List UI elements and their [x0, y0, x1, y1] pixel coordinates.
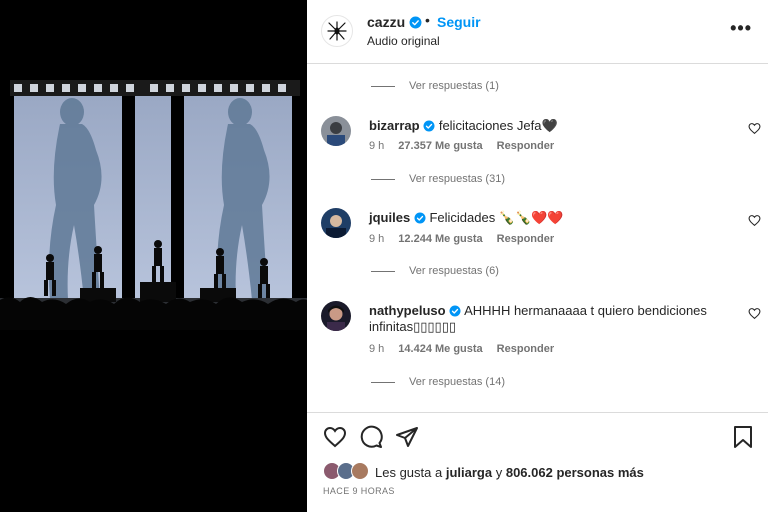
comment-likes[interactable]: 12.244 Me gusta [398, 233, 482, 245]
comments-panel: cazzu • Seguir Audio original ••• Ver re… [307, 0, 768, 512]
commenter-username[interactable]: bizarrap [369, 118, 420, 133]
author-avatar[interactable] [321, 15, 353, 47]
post-timestamp[interactable]: HACE 9 HORAS [323, 486, 395, 496]
follow-button[interactable]: Seguir [437, 14, 481, 30]
paper-plane-icon[interactable] [395, 425, 419, 449]
comment-body: Felicidades 🍾🍾❤️❤️ [429, 210, 564, 225]
comment-meta: 9 h 12.244 Me gusta Responder [369, 233, 554, 245]
spider-icon [327, 21, 347, 41]
concert-photo [0, 0, 307, 512]
comment-time[interactable]: 9 h [369, 233, 384, 245]
comment-likes[interactable]: 27.357 Me gusta [398, 140, 482, 152]
commenter-username[interactable]: nathypeluso [369, 303, 446, 318]
commenter-username[interactable]: jquiles [369, 210, 410, 225]
more-options-icon[interactable]: ••• [730, 18, 752, 39]
liker-avatar [351, 462, 369, 480]
small-heart-icon[interactable] [748, 307, 761, 320]
likes-summary[interactable]: Les gusta a juliarga y 806.062 personas … [323, 462, 644, 482]
comment-text: bizarrap felicitaciones Jefa🖤 [369, 118, 729, 134]
separator-dot: • [425, 12, 430, 28]
view-replies-button[interactable]: Ver respuestas (31) [371, 173, 505, 185]
likes-text: Les gusta a juliarga y 806.062 personas … [375, 464, 644, 480]
post-header: cazzu • Seguir Audio original ••• [307, 0, 768, 64]
post-media[interactable] [0, 0, 307, 512]
liker-username[interactable]: juliarga [446, 465, 492, 480]
reply-button[interactable]: Responder [497, 140, 554, 152]
commenter-avatar[interactable] [321, 208, 351, 238]
comment-bubble-icon[interactable] [359, 425, 383, 449]
replies-divider [371, 178, 395, 180]
view-replies-button[interactable]: Ver respuestas (1) [371, 80, 499, 92]
small-heart-icon[interactable] [748, 122, 761, 135]
comment-body: felicitaciones Jefa🖤 [438, 118, 558, 133]
audio-label[interactable]: Audio original [367, 34, 440, 48]
verified-badge-icon [414, 212, 426, 224]
reply-button[interactable]: Responder [497, 343, 554, 355]
view-replies-button[interactable]: Ver respuestas (6) [371, 265, 499, 277]
commenter-avatar[interactable] [321, 116, 351, 146]
small-heart-icon[interactable] [748, 214, 761, 227]
view-replies-button[interactable]: Ver respuestas (14) [371, 376, 505, 388]
comment-time[interactable]: 9 h [369, 343, 384, 355]
comment-time[interactable]: 9 h [369, 140, 384, 152]
verified-badge-icon [409, 16, 422, 29]
liker-avatars [323, 462, 373, 482]
verified-badge-icon [449, 305, 461, 317]
replies-divider [371, 381, 395, 383]
verified-badge-icon [423, 120, 435, 132]
likes-count[interactable]: 806.062 personas más [506, 465, 644, 480]
comment-text: jquiles Felicidades 🍾🍾❤️❤️ [369, 210, 729, 226]
replies-divider [371, 85, 395, 87]
action-bar [307, 412, 768, 456]
commenter-avatar[interactable] [321, 301, 351, 331]
post-modal: cazzu • Seguir Audio original ••• Ver re… [0, 0, 768, 512]
comment-likes[interactable]: 14.424 Me gusta [398, 343, 482, 355]
replies-divider [371, 270, 395, 272]
comment-meta: 9 h 27.357 Me gusta Responder [369, 140, 554, 152]
author-username[interactable]: cazzu [367, 14, 422, 30]
reply-button[interactable]: Responder [497, 233, 554, 245]
bookmark-icon[interactable] [732, 425, 754, 449]
comment-text: nathypeluso AHHHH hermanaaaa t quiero be… [369, 303, 729, 335]
heart-outline-icon[interactable] [323, 425, 347, 449]
comment-meta: 9 h 14.424 Me gusta Responder [369, 343, 554, 355]
